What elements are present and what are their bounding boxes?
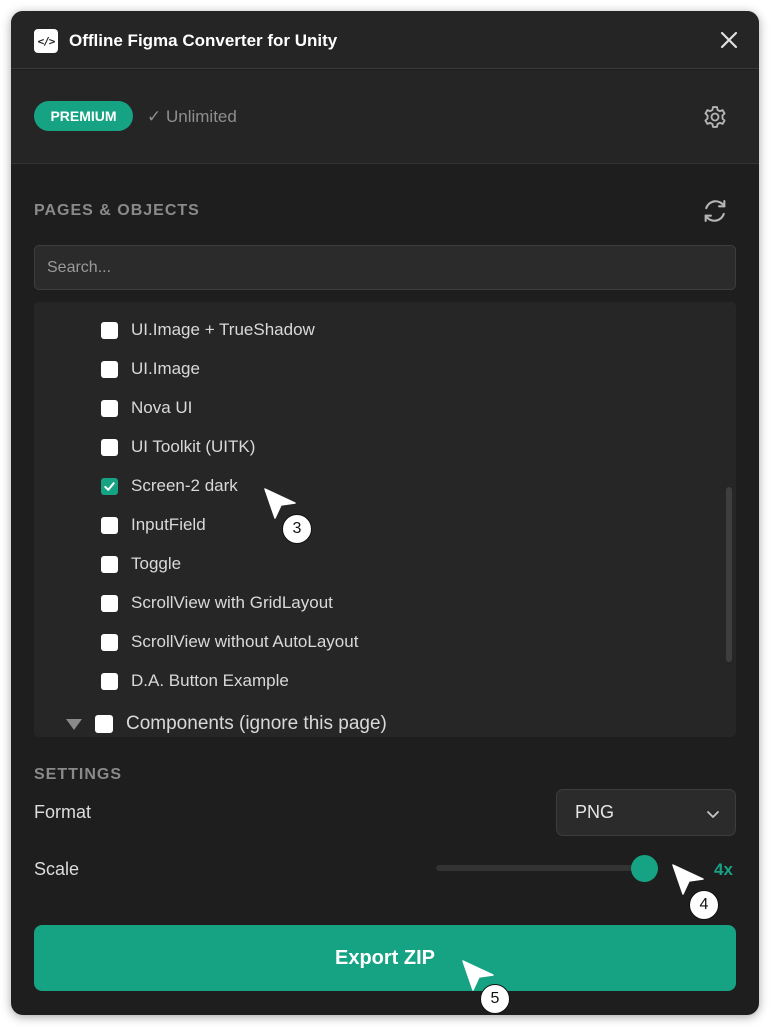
gear-icon — [704, 106, 726, 128]
pages-section-title: PAGES & OBJECTS — [34, 202, 200, 219]
settings-button[interactable] — [701, 103, 729, 131]
scale-value: 4x — [714, 860, 733, 879]
list-item-label: UI Toolkit (UITK) — [131, 437, 256, 456]
converter-window: </> Offline Figma Converter for Unity PR… — [11, 11, 759, 1015]
checkbox[interactable] — [101, 360, 118, 378]
checkbox[interactable] — [101, 555, 118, 573]
export-zip-button[interactable]: Export ZIP — [34, 925, 736, 991]
format-select[interactable]: PNG — [556, 789, 736, 836]
list-item-label: UI.Image — [131, 359, 200, 378]
settings-section-title: SETTINGS — [34, 766, 123, 783]
list-item-label: ScrollView with GridLayout — [131, 593, 333, 612]
scrollbar-thumb[interactable] — [726, 487, 732, 662]
step-badge-3: 3 — [282, 514, 312, 544]
group-label: Components (ignore this page) — [126, 713, 387, 734]
checkbox[interactable] — [101, 516, 118, 534]
list-item[interactable]: ScrollView with GridLayout — [101, 588, 736, 618]
checkbox-checked[interactable] — [101, 477, 118, 495]
check-icon — [104, 481, 115, 491]
checkbox[interactable] — [95, 715, 113, 733]
scale-label: Scale — [34, 859, 80, 879]
group-row-components[interactable]: Components (ignore this page) — [66, 709, 736, 737]
list-item-label: Toggle — [131, 554, 182, 573]
step-badge-5: 5 — [480, 984, 510, 1014]
list-item[interactable]: UI Toolkit (UITK) — [101, 432, 736, 462]
scale-slider-thumb[interactable] — [631, 855, 658, 882]
checkbox[interactable] — [101, 438, 118, 456]
list-item[interactable]: ScrollView without AutoLayout — [101, 627, 736, 657]
chevron-down-icon — [707, 811, 719, 818]
list-item[interactable]: Nova UI — [101, 393, 736, 423]
list-item[interactable]: UI.Image + TrueShadow — [101, 315, 736, 345]
triangle-down-icon[interactable] — [66, 718, 82, 730]
app-code-icon: </> — [34, 29, 58, 53]
checkbox[interactable] — [101, 594, 118, 612]
license-status: ✓ Unlimited — [147, 107, 237, 126]
list-item[interactable]: UI.Image — [101, 354, 736, 384]
refresh-button[interactable] — [701, 197, 729, 225]
title-bar: </> Offline Figma Converter for Unity — [11, 11, 759, 69]
format-label: Format — [34, 802, 92, 822]
list-item[interactable]: InputField — [101, 510, 736, 540]
scale-slider-track[interactable] — [436, 865, 646, 871]
list-item[interactable]: Screen-2 dark — [101, 471, 736, 501]
list-item-label: Screen-2 dark — [131, 476, 238, 495]
list-item[interactable]: Toggle — [101, 549, 736, 579]
premium-badge: PREMIUM — [34, 101, 133, 131]
list-item-label: InputField — [131, 515, 206, 534]
list-item-label: UI.Image + TrueShadow — [131, 320, 315, 339]
list-item-label: Nova UI — [131, 398, 193, 417]
list-item-label: ScrollView without AutoLayout — [131, 632, 359, 651]
checkbox[interactable] — [101, 672, 118, 690]
pages-tree: UI.Image + TrueShadow UI.Image Nova UI U… — [34, 302, 736, 737]
list-item-label: D.A. Button Example — [131, 671, 289, 690]
checkbox[interactable] — [101, 399, 118, 417]
list-item[interactable]: D.A. Button Example — [101, 666, 736, 696]
close-icon — [720, 31, 738, 49]
format-value: PNG — [575, 802, 615, 822]
step-badge-4: 4 — [689, 890, 719, 920]
refresh-icon — [704, 200, 726, 222]
checkbox[interactable] — [101, 321, 118, 339]
search-input[interactable] — [34, 245, 736, 290]
license-bar: PREMIUM ✓ Unlimited — [11, 70, 759, 164]
checkbox[interactable] — [101, 633, 118, 651]
window-title: Offline Figma Converter for Unity — [69, 31, 338, 50]
close-button[interactable] — [717, 28, 741, 52]
